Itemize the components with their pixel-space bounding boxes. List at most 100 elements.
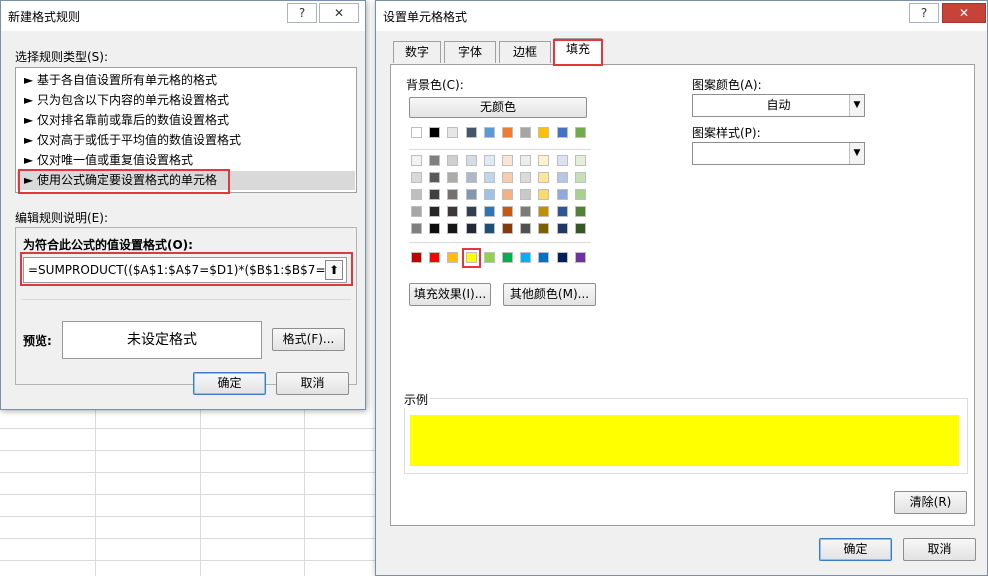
standard-color-swatch[interactable] [411, 252, 422, 263]
chevron-down-icon[interactable]: ▼ [849, 143, 864, 164]
tint-color-swatch[interactable] [429, 172, 441, 183]
tint-color-swatch[interactable] [520, 189, 532, 200]
tint-color-swatch[interactable] [538, 172, 550, 183]
rule-type-item-selected[interactable]: ► 使用公式确定要设置格式的单元格 [17, 171, 355, 190]
tint-color-swatch[interactable] [483, 172, 495, 183]
standard-color-swatch[interactable] [465, 252, 477, 263]
standard-color-swatch[interactable] [429, 252, 441, 263]
no-color-button[interactable]: 无颜色 [409, 97, 587, 118]
title-bar[interactable]: 新建格式规则 ? ✕ [1, 1, 365, 31]
tint-color-swatch[interactable] [411, 223, 422, 234]
standard-color-swatch[interactable] [556, 252, 568, 263]
help-button[interactable]: ? [287, 3, 317, 23]
tint-color-swatch[interactable] [465, 189, 477, 200]
tint-color-swatch[interactable] [502, 223, 513, 234]
close-button[interactable]: ✕ [942, 3, 986, 23]
tint-color-swatch[interactable] [538, 206, 550, 217]
tint-color-swatch[interactable] [556, 206, 568, 217]
tint-color-swatch[interactable] [574, 155, 586, 166]
pattern-style-select[interactable]: ▼ [692, 142, 865, 165]
tint-color-swatch[interactable] [574, 189, 586, 200]
tint-color-swatch[interactable] [520, 223, 532, 234]
tint-color-swatch[interactable] [411, 155, 422, 166]
tint-color-swatch[interactable] [574, 223, 586, 234]
tab-fill[interactable]: 填充 [554, 38, 602, 65]
tint-color-swatch[interactable] [447, 223, 459, 234]
tint-color-swatch[interactable] [502, 189, 513, 200]
help-button[interactable]: ? [909, 3, 939, 23]
tint-color-swatch[interactable] [483, 206, 495, 217]
theme-color-swatch[interactable] [429, 127, 441, 138]
theme-color-swatch[interactable] [574, 127, 586, 138]
standard-color-swatch[interactable] [574, 252, 586, 263]
theme-color-swatch[interactable] [538, 127, 550, 138]
collapse-dialog-icon[interactable]: ⬆ [325, 260, 343, 280]
more-colors-button[interactable]: 其他颜色(M)... [503, 283, 596, 306]
tint-color-swatch[interactable] [538, 155, 550, 166]
tint-color-swatch[interactable] [483, 223, 495, 234]
tab-font[interactable]: 字体 [444, 41, 496, 63]
ok-button[interactable]: 确定 [193, 372, 266, 395]
tint-color-swatch[interactable] [465, 172, 477, 183]
tint-color-swatch[interactable] [556, 155, 568, 166]
tint-color-swatch[interactable] [429, 189, 441, 200]
rule-type-list[interactable]: ► 基于各自值设置所有单元格的格式 ► 只为包含以下内容的单元格设置格式 ► 仅… [15, 67, 357, 193]
fill-effects-button[interactable]: 填充效果(I)... [409, 283, 491, 306]
tint-color-swatch[interactable] [520, 155, 532, 166]
theme-color-swatch[interactable] [483, 127, 495, 138]
tint-color-swatch[interactable] [429, 206, 441, 217]
tint-color-swatch[interactable] [465, 223, 477, 234]
standard-color-swatch[interactable] [502, 252, 513, 263]
tint-color-swatch[interactable] [538, 189, 550, 200]
chevron-down-icon[interactable]: ▼ [849, 95, 864, 116]
pattern-color-select[interactable]: 自动 ▼ [692, 94, 865, 117]
tint-color-swatch[interactable] [538, 223, 550, 234]
cancel-button[interactable]: 取消 [276, 372, 349, 395]
rule-type-item[interactable]: ► 基于各自值设置所有单元格的格式 [24, 71, 217, 90]
tint-color-swatch[interactable] [556, 189, 568, 200]
close-button[interactable]: ✕ [319, 3, 359, 23]
tint-color-swatch[interactable] [411, 189, 422, 200]
clear-button[interactable]: 清除(R) [894, 491, 967, 514]
rule-type-item[interactable]: ► 仅对排名靠前或靠后的数值设置格式 [24, 111, 229, 130]
standard-color-swatch[interactable] [447, 252, 459, 263]
tint-color-swatch[interactable] [483, 189, 495, 200]
theme-color-swatch[interactable] [520, 127, 532, 138]
standard-color-swatch[interactable] [520, 252, 532, 263]
tint-color-swatch[interactable] [447, 172, 459, 183]
theme-color-swatch[interactable] [411, 127, 422, 138]
tint-color-swatch[interactable] [556, 223, 568, 234]
rule-type-item[interactable]: ► 只为包含以下内容的单元格设置格式 [24, 91, 229, 110]
tint-color-swatch[interactable] [520, 206, 532, 217]
title-bar[interactable]: 设置单元格格式 ? ✕ [376, 1, 987, 31]
ok-button[interactable]: 确定 [819, 538, 892, 561]
tint-color-swatch[interactable] [502, 155, 513, 166]
tint-color-swatch[interactable] [502, 206, 513, 217]
tint-color-swatch[interactable] [447, 206, 459, 217]
tint-color-swatch[interactable] [574, 206, 586, 217]
rule-type-item[interactable]: ► 仅对唯一值或重复值设置格式 [24, 151, 193, 170]
theme-color-swatch[interactable] [556, 127, 568, 138]
tint-color-swatch[interactable] [465, 155, 477, 166]
tint-color-swatch[interactable] [447, 189, 459, 200]
tint-color-swatch[interactable] [447, 155, 459, 166]
tint-color-swatch[interactable] [502, 172, 513, 183]
theme-color-swatch[interactable] [447, 127, 459, 138]
format-button[interactable]: 格式(F)... [272, 328, 345, 351]
cancel-button[interactable]: 取消 [903, 538, 976, 561]
standard-color-swatch[interactable] [483, 252, 495, 263]
tint-color-swatch[interactable] [429, 155, 441, 166]
theme-color-swatch[interactable] [502, 127, 513, 138]
tint-color-swatch[interactable] [411, 172, 422, 183]
tint-color-swatch[interactable] [574, 172, 586, 183]
tint-color-swatch[interactable] [429, 223, 441, 234]
tint-color-swatch[interactable] [483, 155, 495, 166]
tint-color-swatch[interactable] [465, 206, 477, 217]
rule-type-item[interactable]: ► 仅对高于或低于平均值的数值设置格式 [24, 131, 241, 150]
theme-color-swatch[interactable] [465, 127, 477, 138]
tab-number[interactable]: 数字 [393, 41, 441, 63]
formula-input[interactable]: =SUMPRODUCT(($A$1:$A$7=$D1)*($B$1:$B$7=$… [23, 257, 347, 283]
tint-color-swatch[interactable] [520, 172, 532, 183]
standard-color-swatch[interactable] [538, 252, 550, 263]
tab-border[interactable]: 边框 [499, 41, 551, 63]
